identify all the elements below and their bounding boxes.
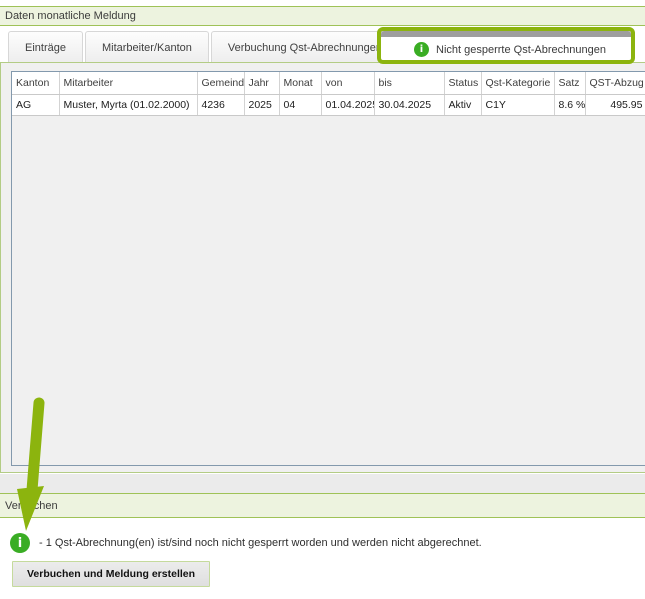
cell-von: 01.04.2025 xyxy=(321,94,374,115)
info-icon: i xyxy=(414,42,429,57)
warning-message-text: - 1 Qst-Abrechnung(en) ist/sind noch nic… xyxy=(39,537,482,549)
cell-jahr: 2025 xyxy=(244,94,279,115)
section-header-daten-monatliche-meldung: Daten monatliche Meldung xyxy=(0,6,645,26)
column-header-monat[interactable]: Monat xyxy=(279,72,321,94)
warning-message-row: i - 1 Qst-Abrechnung(en) ist/sind noch n… xyxy=(10,533,482,553)
info-icon: i xyxy=(10,533,30,553)
column-header-status[interactable]: Status xyxy=(444,72,481,94)
column-header-jahr[interactable]: Jahr xyxy=(244,72,279,94)
cell-kanton: AG xyxy=(12,94,59,115)
active-tab-label: Nicht gesperrte Qst-Abrechnungen xyxy=(436,44,606,56)
verbuchen-title: Verbuchen xyxy=(5,500,58,512)
tab-eintraege[interactable]: Einträge xyxy=(8,31,83,63)
tab-mitarbeiter-kanton[interactable]: Mitarbeiter/Kanton xyxy=(85,31,209,63)
tab-content-panel: KantonMitarbeiterGemeindeJahrMonatvonbis… xyxy=(0,62,645,473)
table-header-row: KantonMitarbeiterGemeindeJahrMonatvonbis… xyxy=(12,72,645,94)
table-row[interactable]: AGMuster, Myrta (01.02.2000)423620250401… xyxy=(12,94,645,115)
section-title: Daten monatliche Meldung xyxy=(5,10,136,22)
cell-mitarbeiter: Muster, Myrta (01.02.2000) xyxy=(59,94,197,115)
cell-satz: 8.6 % xyxy=(554,94,585,115)
panel-gap xyxy=(0,474,645,493)
column-header-kanton[interactable]: Kanton xyxy=(12,72,59,94)
cell-bis: 30.04.2025 xyxy=(374,94,444,115)
tab-strip: Einträge Mitarbeiter/Kanton Verbuchung Q… xyxy=(8,28,401,63)
tab-nicht-gesperrte-qst-abrechnungen[interactable]: i Nicht gesperrte Qst-Abrechnungen xyxy=(381,31,631,62)
section-header-verbuchen: Verbuchen xyxy=(0,493,645,518)
qst-abrechnungen-table: KantonMitarbeiterGemeindeJahrMonatvonbis… xyxy=(12,72,645,116)
column-header-mitarbeiter[interactable]: Mitarbeiter xyxy=(59,72,197,94)
table-body: AGMuster, Myrta (01.02.2000)423620250401… xyxy=(12,94,645,115)
tab-verbuchung-qst-abrechnungen[interactable]: Verbuchung Qst-Abrechnungen xyxy=(211,31,399,63)
cell-qst-abzug: 495.95 xyxy=(585,94,645,115)
column-header-qst-abzug[interactable]: QST-Abzug xyxy=(585,72,645,94)
column-header-gemeinde[interactable]: Gemeinde xyxy=(197,72,244,94)
column-header-von[interactable]: von xyxy=(321,72,374,94)
verbuchen-und-meldung-erstellen-button[interactable]: Verbuchen und Meldung erstellen xyxy=(12,561,210,587)
cell-qst-kategorie: C1Y xyxy=(481,94,554,115)
cell-gemeinde: 4236 xyxy=(197,94,244,115)
cell-monat: 04 xyxy=(279,94,321,115)
qst-abrechnungen-table-container: KantonMitarbeiterGemeindeJahrMonatvonbis… xyxy=(11,71,645,466)
column-header-satz[interactable]: Satz xyxy=(554,72,585,94)
column-header-bis[interactable]: bis xyxy=(374,72,444,94)
column-header-qst-kategorie[interactable]: Qst-Kategorie xyxy=(481,72,554,94)
cell-status: Aktiv xyxy=(444,94,481,115)
